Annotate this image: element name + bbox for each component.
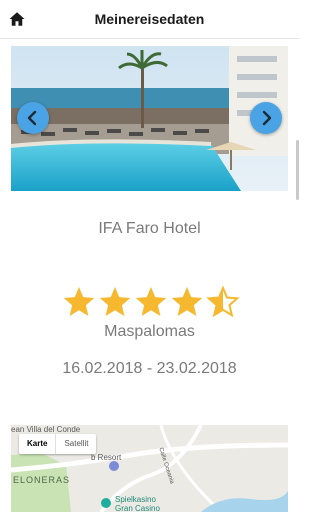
map-label-casino-sub: Gran Casino [115,504,160,512]
star-icon [135,287,167,316]
star-icon [171,287,203,316]
chevron-left-icon [27,110,37,126]
map-label-area: ean Villa del Conde [11,425,81,434]
previous-photo-button[interactable] [17,102,49,134]
star-icon [99,287,131,316]
star-icon [206,286,240,318]
hotel-photo [11,46,288,191]
star-icon [63,287,95,316]
app-header: Meinereisedaten [0,0,299,39]
scrollbar[interactable] [296,140,299,200]
map-label-resort: b Resort [91,453,122,462]
map-type-toggle[interactable]: Karte Satellit [19,434,97,454]
location-map[interactable]: Karte Satellit ean Villa del Conde ELONE… [11,425,288,512]
map-label-casino: Spielkasino [115,495,156,504]
page-title: Meinereisedaten [94,11,205,27]
chevron-right-icon [262,110,272,126]
hotel-name: IFA Faro Hotel [98,220,201,237]
hotel-photo-carousel[interactable] [11,46,288,191]
map-type-satellit[interactable]: Satellit [55,434,96,454]
hotel-location: Maspalomas [104,323,195,340]
map-type-karte[interactable]: Karte [19,434,55,454]
map-label-district: ELONERAS [13,475,71,485]
next-photo-button[interactable] [250,102,282,134]
travel-dates: 16.02.2018 - 23.02.2018 [62,360,237,377]
star-rating [63,286,240,318]
